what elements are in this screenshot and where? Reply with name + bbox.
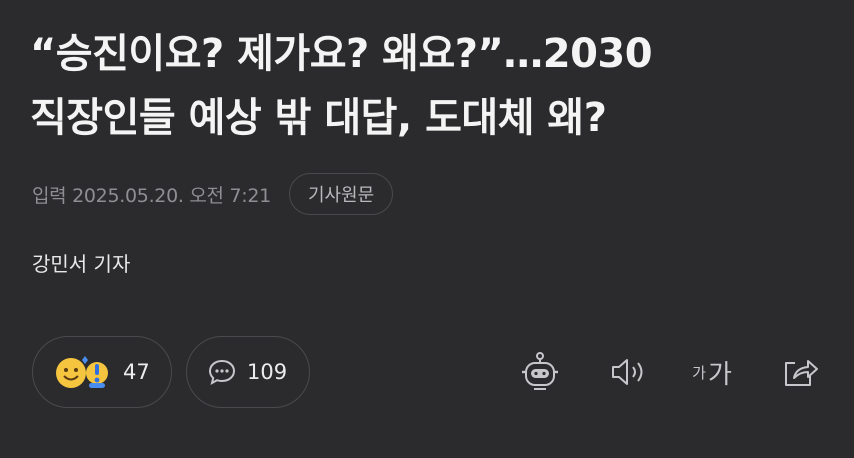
reporter-name: 강민서 기자 bbox=[32, 252, 131, 276]
publish-date: 입력 2025.05.20. 오전 7:21 bbox=[32, 184, 271, 207]
headline-line-2: 직장인들 예상 밖 대답, 도대체 왜? bbox=[30, 95, 607, 141]
speaker-icon bbox=[608, 355, 648, 389]
share-icon bbox=[780, 354, 820, 390]
robot-icon bbox=[520, 351, 560, 393]
text-to-speech-button[interactable] bbox=[604, 348, 652, 396]
speech-bubble-icon bbox=[207, 357, 237, 387]
comment-count: 109 bbox=[247, 360, 288, 384]
reaction-button[interactable]: 47 bbox=[32, 336, 172, 408]
reaction-count: 47 bbox=[123, 360, 150, 384]
ai-summary-button[interactable] bbox=[516, 348, 564, 396]
font-size-small-label: 가 bbox=[692, 363, 706, 382]
headline-line-1: “승진이요? 제가요? 왜요?”…2030 bbox=[30, 31, 653, 77]
comments-button[interactable]: 109 bbox=[186, 336, 310, 408]
font-size-large-label: 가 bbox=[707, 359, 732, 390]
article-meta: 입력 2025.05.20. 오전 7:21 기사원문 bbox=[32, 172, 394, 216]
emoji-reaction-icon bbox=[53, 352, 111, 392]
share-button[interactable] bbox=[776, 348, 824, 396]
original-article-button[interactable]: 기사원문 bbox=[288, 173, 394, 215]
article-headline: “승진이요? 제가요? 왜요?”…2030 직장인들 예상 밖 대답, 도대체 … bbox=[30, 22, 830, 150]
font-size-button[interactable]: 가 가 bbox=[686, 348, 738, 396]
